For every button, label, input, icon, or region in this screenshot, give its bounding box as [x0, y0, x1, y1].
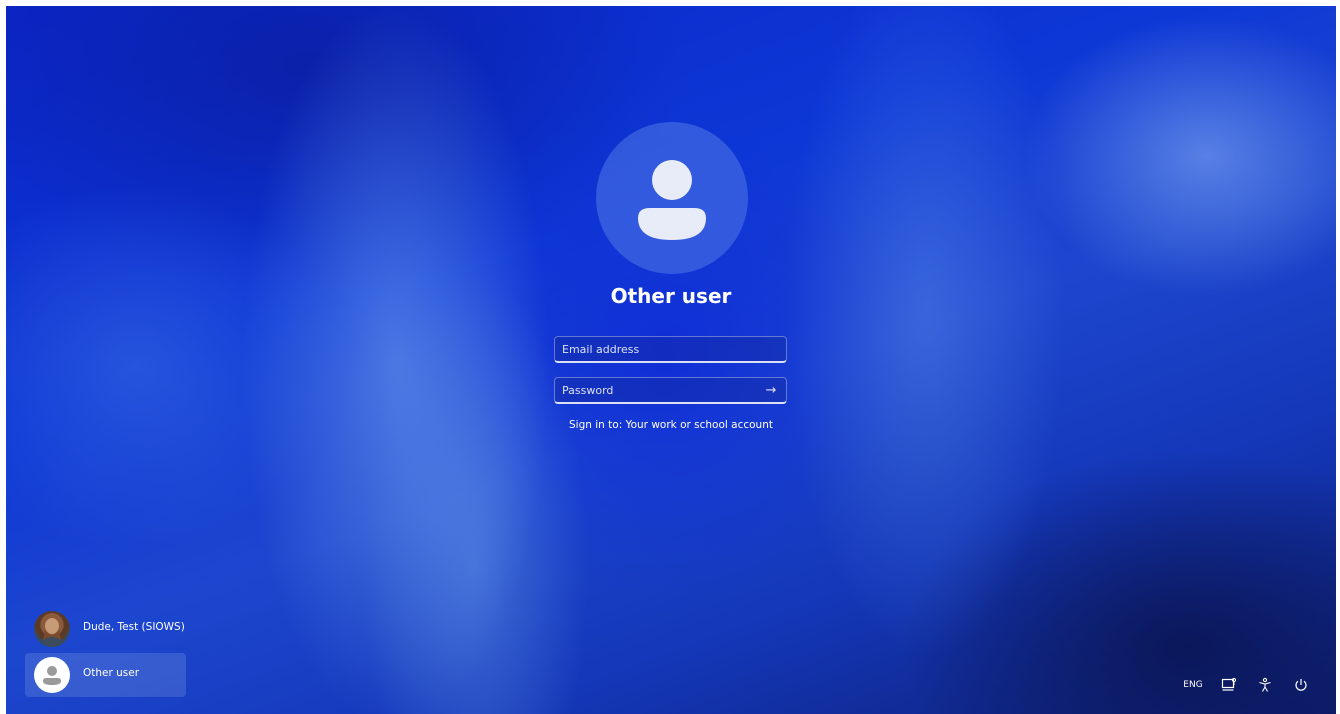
accessibility-icon — [1259, 677, 1271, 692]
lock-screen: Other user → Sign in to: Your work or sc… — [6, 6, 1336, 714]
user-switcher-list: Dude, Test (SIOWS) Other user — [25, 607, 186, 699]
email-input[interactable] — [555, 337, 786, 361]
network-icon — [1221, 677, 1237, 691]
user-item-test-dude[interactable]: Dude, Test (SIOWS) — [25, 607, 186, 651]
accessibility-button[interactable] — [1254, 674, 1276, 696]
generic-user-avatar — [34, 657, 70, 693]
user-icon — [638, 160, 706, 240]
submit-arrow-icon[interactable]: → — [762, 382, 780, 400]
power-icon — [1295, 679, 1307, 691]
sign-in-panel: Other user → Sign in to: Your work or sc… — [6, 6, 1336, 714]
power-button[interactable] — [1290, 674, 1312, 696]
language-indicator[interactable]: ENG — [1182, 674, 1204, 696]
generic-user-icon — [43, 666, 61, 685]
email-field-box[interactable] — [554, 336, 787, 363]
person-photo-icon — [40, 618, 64, 647]
user-item-label: Dude, Test (SIOWS) — [83, 621, 185, 633]
user-photo-avatar — [34, 611, 70, 647]
sign-in-hint: Sign in to: Your work or school account — [569, 419, 773, 431]
user-title: Other user — [610, 284, 732, 308]
system-tray: ENG — [1168, 674, 1312, 696]
password-field-box[interactable]: → — [554, 377, 787, 404]
user-item-other-user[interactable]: Other user — [25, 653, 186, 697]
network-button[interactable] — [1218, 674, 1240, 696]
user-item-label: Other user — [83, 667, 140, 679]
user-avatar-large — [596, 122, 748, 274]
password-input[interactable] — [555, 378, 786, 402]
